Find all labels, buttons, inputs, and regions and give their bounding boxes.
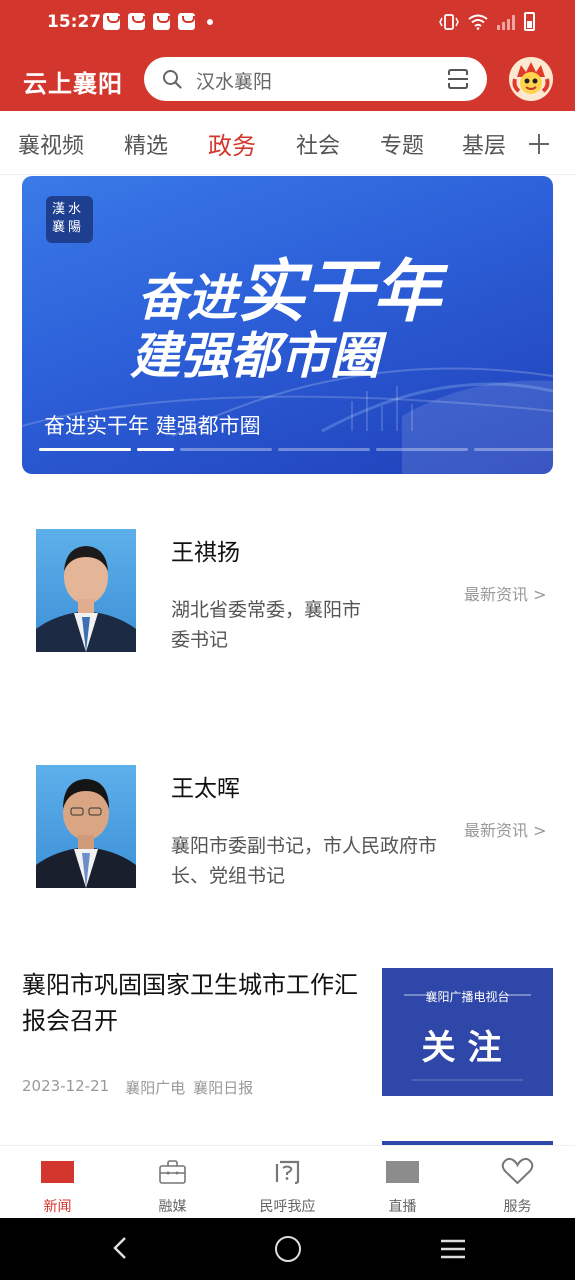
portrait-image	[36, 546, 136, 652]
nav-services[interactable]: 服务	[460, 1146, 575, 1219]
tab-featured[interactable]: 精选	[124, 128, 168, 160]
news-meta: 2023-12-21 襄阳广电 襄阳日报	[22, 1077, 253, 1098]
banner-logo: 漢水襄陽	[46, 196, 93, 243]
mascot-icon	[509, 57, 553, 101]
leader-name: 王太晖	[171, 776, 240, 802]
news-title[interactable]: 襄阳市巩固国家卫生城市工作汇报会召开	[22, 967, 362, 1039]
signal-icon	[497, 14, 515, 30]
more-notifications-dot	[207, 18, 213, 25]
thumbnail-station-label: 襄阳广播电视台	[425, 990, 510, 1004]
latest-news-link[interactable]: 最新资讯 >	[464, 817, 547, 841]
app-header: 15:27 云上襄阳 汉水襄阳	[0, 0, 575, 111]
system-status-icons	[439, 12, 535, 31]
question-mark-icon	[275, 1160, 300, 1184]
tab-xiang-video[interactable]: 襄视频	[18, 128, 84, 160]
pagination-dot	[137, 448, 174, 451]
pagination-dot	[278, 448, 370, 451]
banner-pagination	[39, 448, 553, 451]
portrait-image	[36, 779, 136, 888]
pagination-dot	[474, 448, 553, 451]
user-avatar[interactable]	[509, 57, 553, 101]
thumbnail-headline: 关注	[421, 1028, 514, 1068]
leader-photo	[36, 765, 136, 888]
nav-news[interactable]: 新闻	[0, 1146, 115, 1219]
news-icon	[41, 1161, 74, 1183]
tab-society[interactable]: 社会	[296, 128, 340, 160]
nav-label: 民呼我应	[259, 1199, 316, 1215]
leader-photo	[36, 529, 136, 652]
nav-citizen-response[interactable]: 民呼我应	[230, 1146, 345, 1219]
shopping-bag-icon	[128, 13, 145, 30]
news-source: 襄阳广电	[125, 1079, 186, 1097]
battery-icon	[524, 12, 535, 31]
back-icon[interactable]	[108, 1235, 134, 1261]
search-icon	[163, 70, 182, 89]
status-bar: 15:27	[0, 0, 575, 46]
tab-grassroots[interactable]: 基层	[462, 128, 506, 160]
search-bar[interactable]: 汉水襄阳	[144, 57, 487, 101]
scan-icon[interactable]	[447, 68, 469, 90]
leader-title: 湖北省委常委，襄阳市委书记	[171, 599, 362, 651]
pagination-dot	[39, 448, 131, 451]
banner-headline-line2: 建强都市圈	[130, 327, 380, 385]
nav-media[interactable]: 融媒	[115, 1146, 230, 1219]
channel-tabs: 襄视频 精选 政务 社会 专题 基层	[0, 111, 575, 175]
briefcase-icon	[159, 1160, 186, 1184]
latest-news-link[interactable]: 最新资讯 >	[464, 581, 547, 605]
pagination-dot	[180, 448, 272, 451]
tab-topics[interactable]: 专题	[380, 128, 424, 160]
leader-card[interactable]: 王太晖 襄阳市委副书记，市人民政府市长、党组书记 最新资讯 >	[0, 765, 575, 945]
live-icon	[386, 1161, 419, 1183]
nav-live[interactable]: 直播	[345, 1146, 460, 1219]
banner-caption: 奋进实干年 建强都市圈	[44, 414, 261, 438]
add-channel-icon[interactable]	[526, 131, 552, 157]
nav-label: 融媒	[158, 1199, 187, 1215]
nav-label: 新闻	[43, 1199, 72, 1215]
leader-title: 襄阳市委副书记，市人民政府市长、党组书记	[171, 835, 438, 887]
search-placeholder: 汉水襄阳	[196, 71, 273, 93]
shopping-bag-icon	[103, 13, 120, 30]
news-source: 襄阳日报	[193, 1079, 254, 1097]
wifi-icon	[468, 14, 488, 30]
heart-icon	[501, 1157, 534, 1185]
recent-apps-icon[interactable]	[440, 1238, 466, 1260]
system-navigation-bar	[0, 1218, 575, 1280]
pagination-dot	[376, 448, 468, 451]
home-icon[interactable]	[275, 1236, 301, 1262]
app-title: 云上襄阳	[23, 70, 123, 98]
bottom-navigation: 新闻 融媒 民呼我应 直播 服务	[0, 1145, 575, 1218]
nav-label: 直播	[388, 1199, 417, 1215]
shopping-bag-icon	[153, 13, 170, 30]
news-thumbnail[interactable]: 襄阳广播电视台 关注	[382, 968, 553, 1096]
leader-name: 王祺扬	[171, 540, 240, 566]
tab-government[interactable]: 政务	[208, 126, 256, 161]
vibrate-icon	[439, 13, 459, 30]
notification-icons	[103, 13, 213, 30]
status-time: 15:27	[47, 12, 102, 32]
news-date: 2023-12-21	[22, 1077, 110, 1095]
banner-carousel[interactable]: 漢水襄陽 奋进实干年 建强都市圈 奋进实干年 建强都市圈	[22, 176, 553, 474]
nav-label: 服务	[503, 1199, 532, 1215]
shopping-bag-icon	[178, 13, 195, 30]
leader-card[interactable]: 王祺扬 湖北省委常委，襄阳市委书记 最新资讯 >	[0, 529, 575, 709]
